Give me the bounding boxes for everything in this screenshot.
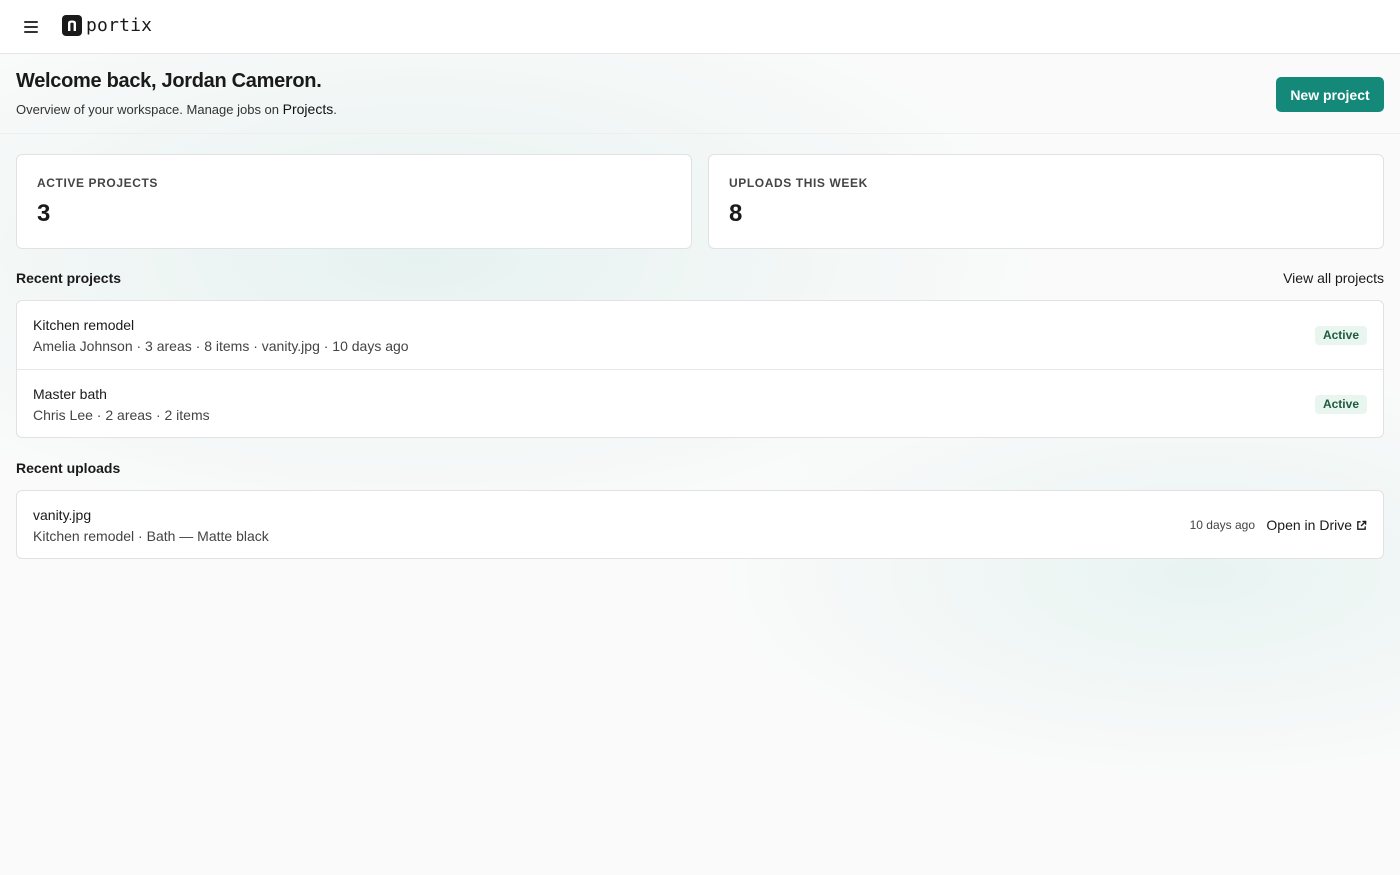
hamburger-icon[interactable] <box>24 18 42 36</box>
projects-link[interactable]: Projects <box>283 101 334 117</box>
open-in-drive-link[interactable]: Open in Drive <box>1266 517 1367 533</box>
recent-projects-title: Recent projects <box>16 270 122 286</box>
project-name: Master bath <box>33 386 107 402</box>
page-subtitle: Overview of your workspace. Manage jobs … <box>16 101 337 117</box>
open-in-drive-label: Open in Drive <box>1266 517 1352 533</box>
recent-projects-list: Kitchen remodel Amelia Johnson · 3 areas… <box>16 300 1384 438</box>
page-title: Welcome back, Jordan Cameron. <box>16 70 322 92</box>
recent-uploads-title: Recent uploads <box>16 460 121 476</box>
logo[interactable]: portix <box>62 15 152 36</box>
view-all-projects-link[interactable]: View all projects <box>1283 270 1384 286</box>
stat-value: 3 <box>37 200 51 227</box>
logo-mark-icon <box>62 15 82 36</box>
stat-value: 8 <box>729 200 743 227</box>
stat-label: ACTIVE PROJECTS <box>37 176 159 190</box>
hero-section <box>0 54 1400 134</box>
project-meta: Chris Lee · 2 areas · 2 items <box>33 407 210 423</box>
stat-label: UPLOADS THIS WEEK <box>729 176 868 190</box>
list-item[interactable]: Kitchen remodel Amelia Johnson · 3 areas… <box>17 301 1383 370</box>
external-link-icon <box>1357 520 1367 530</box>
subtitle-text: Overview of your workspace. Manage jobs … <box>16 102 283 117</box>
status-badge: Active <box>1314 326 1367 345</box>
recent-uploads-list: vanity.jpg Kitchen remodel · Bath — Matt… <box>16 490 1384 559</box>
list-item: vanity.jpg Kitchen remodel · Bath — Matt… <box>17 491 1383 558</box>
status-badge: Active <box>1314 395 1367 414</box>
upload-meta: Kitchen remodel · Bath — Matte black <box>33 528 269 544</box>
logo-text: portix <box>86 14 153 36</box>
list-item[interactable]: Master bath Chris Lee · 2 areas · 2 item… <box>17 370 1383 437</box>
subtitle-period: . <box>333 102 337 117</box>
project-meta: Amelia Johnson · 3 areas · 8 items · van… <box>33 338 409 354</box>
project-name: Kitchen remodel <box>33 317 135 333</box>
upload-file-name: vanity.jpg <box>33 507 92 523</box>
top-bar: portix <box>0 0 1400 54</box>
upload-time: 10 days ago <box>1189 518 1255 532</box>
stat-card-uploads-this-week: UPLOADS THIS WEEK 8 <box>708 154 1384 249</box>
stat-card-active-projects: ACTIVE PROJECTS 3 <box>16 154 692 249</box>
new-project-button[interactable]: New project <box>1276 77 1384 112</box>
